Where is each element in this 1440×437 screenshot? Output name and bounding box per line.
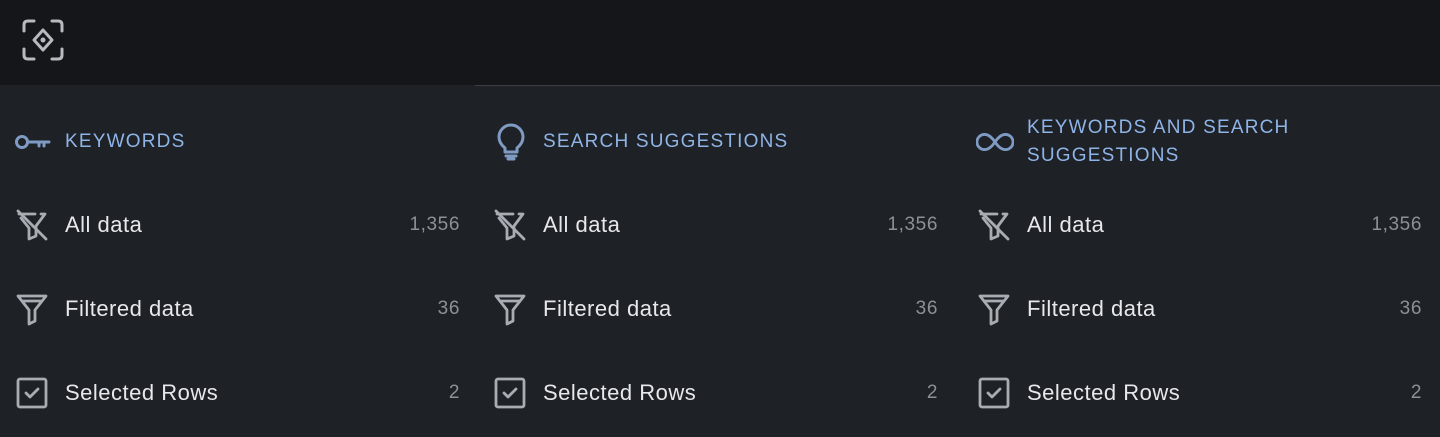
row-all-data[interactable]: All data 1,356 <box>14 203 460 247</box>
row-all-data[interactable]: All data 1,356 <box>976 203 1422 247</box>
infinity-icon <box>976 123 1014 161</box>
key-icon <box>14 123 52 161</box>
row-label: Filtered data <box>65 296 194 321</box>
row-selected-rows[interactable]: Selected Rows 2 <box>14 371 460 415</box>
row-count: 2 <box>926 382 938 403</box>
funnel-icon <box>14 291 50 327</box>
top-toolbar <box>0 0 1440 85</box>
checkbox-checked-icon <box>14 375 50 411</box>
section-header-keywords[interactable]: KEYWORDS <box>14 114 185 170</box>
row-count: 36 <box>1399 298 1422 319</box>
panel-search-suggestions: SEARCH SUGGESTIONS All data 1,356 Filter… <box>478 86 962 437</box>
row-count: 1,356 <box>409 214 460 235</box>
row-label: Filtered data <box>543 296 672 321</box>
section-title: KEYWORDS <box>65 131 186 152</box>
filter-off-icon <box>14 207 50 243</box>
row-label: All data <box>1027 212 1105 237</box>
row-count: 36 <box>437 298 460 319</box>
funnel-icon <box>976 291 1012 327</box>
row-count: 1,356 <box>1371 214 1422 235</box>
row-count: 1,356 <box>887 214 938 235</box>
focus-target-icon[interactable] <box>20 18 66 62</box>
row-label: Selected Rows <box>543 380 697 405</box>
row-filtered-data[interactable]: Filtered data 36 <box>976 287 1422 331</box>
row-count: 36 <box>915 298 938 319</box>
row-all-data[interactable]: All data 1,356 <box>492 203 938 247</box>
section-title: KEYWORDS AND SEARCH SUGGESTIONS <box>1027 117 1290 166</box>
row-label: Selected Rows <box>65 380 219 405</box>
row-selected-rows[interactable]: Selected Rows 2 <box>976 371 1422 415</box>
row-count: 2 <box>448 382 460 403</box>
row-label: All data <box>65 212 143 237</box>
row-selected-rows[interactable]: Selected Rows 2 <box>492 371 938 415</box>
lightbulb-icon <box>492 123 530 161</box>
checkbox-checked-icon <box>976 375 1012 411</box>
section-title: SEARCH SUGGESTIONS <box>543 131 789 152</box>
checkbox-checked-icon <box>492 375 528 411</box>
section-header-search-suggestions[interactable]: SEARCH SUGGESTIONS <box>492 114 788 170</box>
filter-off-icon <box>976 207 1012 243</box>
row-label: All data <box>543 212 621 237</box>
row-filtered-data[interactable]: Filtered data 36 <box>14 287 460 331</box>
section-header-keywords-and-search-suggestions[interactable]: KEYWORDS AND SEARCH SUGGESTIONS <box>976 114 1357 170</box>
filter-off-icon <box>492 207 528 243</box>
panel-keywords: KEYWORDS All data 1,356 Filtered data 36 <box>0 86 478 437</box>
funnel-icon <box>492 291 528 327</box>
row-label: Filtered data <box>1027 296 1156 321</box>
row-count: 2 <box>1410 382 1422 403</box>
panel-keywords-and-search-suggestions: KEYWORDS AND SEARCH SUGGESTIONS All data… <box>962 86 1440 437</box>
row-filtered-data[interactable]: Filtered data 36 <box>492 287 938 331</box>
row-label: Selected Rows <box>1027 380 1181 405</box>
